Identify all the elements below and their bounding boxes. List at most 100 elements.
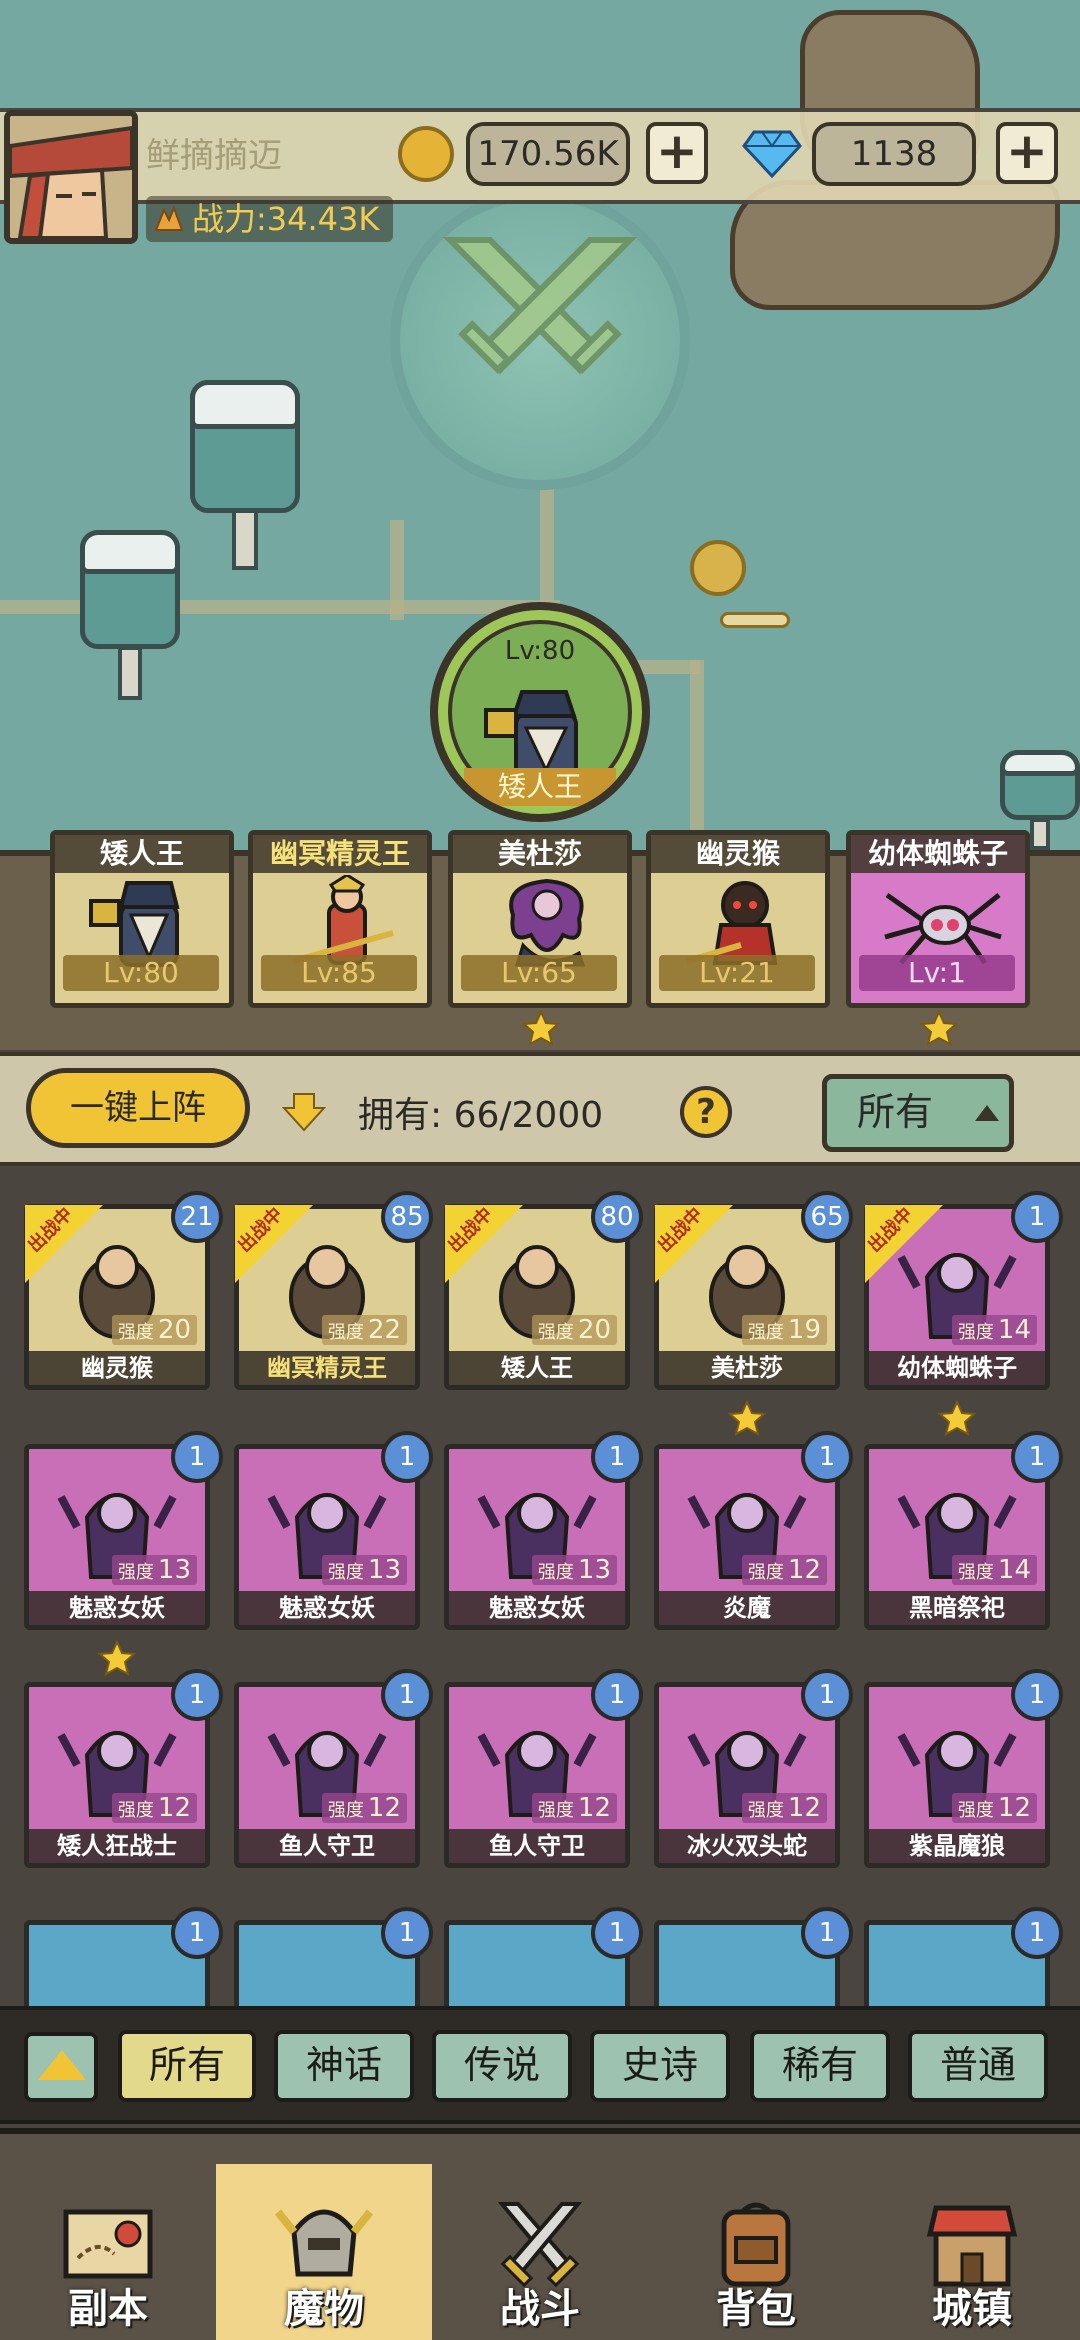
strength-value: 12: [787, 1793, 821, 1823]
monster-count-badge: 1: [171, 1669, 223, 1721]
strength-value: 12: [787, 1555, 821, 1585]
monster-name: 幼体蜘蛛子: [869, 1351, 1045, 1385]
crossed-swords-icon[interactable]: [430, 230, 650, 390]
monster-name: 幽冥精灵王: [239, 1351, 415, 1385]
nav-town[interactable]: 城镇: [864, 2170, 1080, 2340]
monster-card[interactable]: 强度 14 黑暗祭祀 1: [864, 1431, 1063, 1630]
monster-name: 鱼人守卫: [239, 1829, 415, 1863]
auto-deploy-button[interactable]: 一键上阵: [26, 1068, 250, 1148]
strength-label: 强度: [117, 1800, 154, 1821]
lineup-slot-name: 幼体蜘蛛子: [851, 835, 1025, 873]
monster-card[interactable]: 出战中 强度 19 美杜莎 65: [654, 1191, 853, 1390]
strength-label: 强度: [957, 1800, 994, 1821]
strength-label: 强度: [957, 1322, 994, 1343]
selected-hero-portrait[interactable]: Lv:80 矮人王: [430, 602, 650, 822]
monster-name: 炎魔: [659, 1591, 835, 1625]
monster-card[interactable]: 1: [234, 1907, 433, 2063]
strength-value: 12: [367, 1793, 401, 1823]
monster-count-badge: 1: [1011, 1907, 1063, 1959]
rarity-tab-common[interactable]: 普通: [908, 2030, 1048, 2102]
bone-icon: [720, 612, 790, 628]
monster-card[interactable]: 强度 12 鱼人守卫 1: [234, 1669, 433, 1868]
monster-card[interactable]: 强度 13 魅惑女妖 1: [444, 1431, 643, 1630]
monster-card[interactable]: 强度 12 矮人狂战士 1: [24, 1669, 223, 1868]
strength-label: 强度: [327, 1800, 364, 1821]
lineup-slot[interactable]: 幽灵猴 Lv:21: [646, 830, 830, 1008]
monster-card[interactable]: 强度 13 魅惑女妖 1: [234, 1431, 433, 1630]
add-gold-button[interactable]: +: [646, 122, 708, 184]
monster-card[interactable]: 强度 12 紫晶魔狼 1: [864, 1669, 1063, 1868]
monster-card[interactable]: 出战中 强度 22 幽冥精灵王 85: [234, 1191, 433, 1390]
lineup-slot[interactable]: 美杜莎 Lv:65: [448, 830, 632, 1008]
monster-card[interactable]: 强度 12 鱼人守卫 1: [444, 1669, 643, 1868]
monster-count-badge: 1: [801, 1669, 853, 1721]
add-gems-button[interactable]: +: [996, 122, 1058, 184]
monster-card[interactable]: 出战中 强度 14 幼体蜘蛛子 1: [864, 1191, 1063, 1390]
diamond-icon: [742, 130, 802, 178]
monster-name: 矮人王: [449, 1351, 625, 1385]
monster-card[interactable]: 1: [864, 1907, 1063, 2063]
backpack-icon: [721, 2202, 791, 2287]
nav-dungeon[interactable]: 副本: [0, 2170, 216, 2340]
strength-value: 22: [367, 1315, 401, 1345]
strength-value: 12: [577, 1793, 611, 1823]
filter-dropdown-value: 所有: [857, 1090, 934, 1134]
lineup-slot[interactable]: 幽冥精灵王 Lv:85: [248, 830, 432, 1008]
strength-value: 14: [997, 1555, 1031, 1585]
help-button[interactable]: ?: [680, 1086, 732, 1138]
strength-value: 13: [577, 1555, 611, 1585]
monster-count-badge: 1: [381, 1669, 433, 1721]
medusa-icon: [509, 878, 586, 967]
nav-monsters[interactable]: 魔物: [216, 2164, 432, 2340]
rarity-tab-all[interactable]: 所有: [118, 2030, 256, 2102]
strength-value: 12: [997, 1793, 1031, 1823]
strength-badge: 强度 19: [741, 1315, 827, 1345]
strength-badge: 强度 12: [531, 1793, 617, 1823]
monster-count-badge: 65: [801, 1191, 853, 1243]
avatar-portrait-icon: [10, 116, 132, 238]
strength-badge: 强度 12: [111, 1793, 197, 1823]
elf-king-icon: [292, 875, 394, 965]
monster-card[interactable]: 1: [444, 1907, 643, 2063]
player-avatar[interactable]: [4, 110, 138, 244]
rarity-tab-epic[interactable]: 史诗: [590, 2030, 730, 2102]
nav-battle[interactable]: 战斗: [432, 2170, 648, 2340]
rarity-tab-legend[interactable]: 传说: [432, 2030, 572, 2102]
monster-name: 紫晶魔狼: [869, 1829, 1045, 1863]
monster-card[interactable]: 1: [654, 1907, 853, 2063]
monster-card[interactable]: 强度 13 魅惑女妖 1: [24, 1431, 223, 1630]
lineup-slot-name: 幽冥精灵王: [253, 835, 427, 873]
monster-count-badge: 1: [1011, 1669, 1063, 1721]
monster-card[interactable]: 强度 12 冰火双头蛇 1: [654, 1669, 853, 1868]
town-shop-icon: [926, 2205, 1018, 2287]
lineup-slot-name: 幽灵猴: [651, 835, 825, 873]
strength-value: 13: [157, 1555, 191, 1585]
filter-dropdown[interactable]: 所有: [822, 1074, 1014, 1152]
monster-card[interactable]: 1: [24, 1907, 223, 2063]
monster-name: 冰火双头蛇: [659, 1829, 835, 1863]
nav-monsters-label: 魔物: [284, 2286, 364, 2332]
selected-hero-name: 矮人王: [464, 768, 616, 806]
collapse-button[interactable]: [24, 2032, 98, 2102]
monster-count-badge: 1: [381, 1907, 433, 1959]
rarity-tab-myth[interactable]: 神话: [274, 2030, 414, 2102]
lineup-slot[interactable]: 矮人王 Lv:80: [50, 830, 234, 1008]
star-icon: [938, 1400, 976, 1436]
monster-name: 矮人狂战士: [29, 1829, 205, 1863]
monster-card[interactable]: 出战中 强度 20 幽灵猴 21: [24, 1191, 223, 1390]
strength-value: 20: [157, 1315, 191, 1345]
strength-badge: 强度 13: [321, 1555, 407, 1585]
star-icon: [920, 1010, 958, 1046]
rarity-tab-rare[interactable]: 稀有: [750, 2030, 890, 2102]
caret-up-icon: [975, 1105, 999, 1121]
strength-value: 20: [577, 1315, 611, 1345]
monster-name: 黑暗祭祀: [869, 1591, 1045, 1625]
strength-label: 强度: [537, 1800, 574, 1821]
nav-battle-label: 战斗: [500, 2286, 580, 2332]
monster-card[interactable]: 强度 12 炎魔 1: [654, 1431, 853, 1630]
star-icon: [522, 1010, 560, 1046]
strength-value: 14: [997, 1315, 1031, 1345]
monster-card[interactable]: 出战中 强度 20 矮人王 80: [444, 1191, 643, 1390]
lineup-slot[interactable]: 幼体蜘蛛子 Lv:1: [846, 830, 1030, 1008]
nav-backpack[interactable]: 背包: [648, 2170, 864, 2340]
